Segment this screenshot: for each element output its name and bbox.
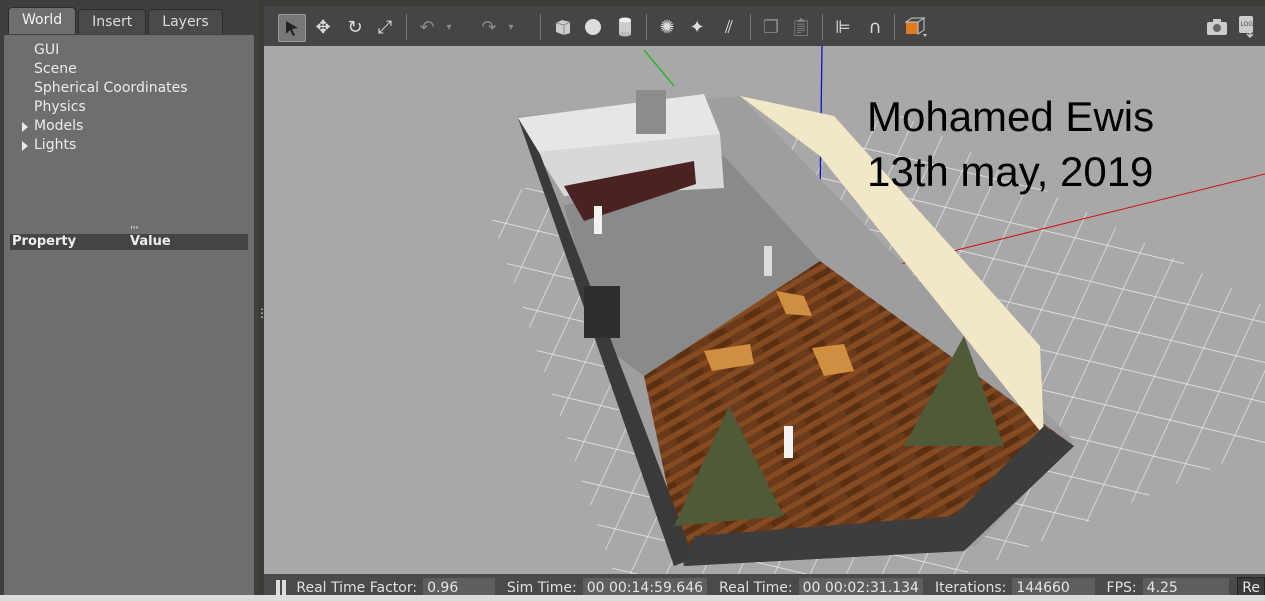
overlay-author: Mohamed Ewis (867, 93, 1155, 140)
translate-mode-icon[interactable]: ✥ (310, 14, 336, 40)
cylinder-shape-icon[interactable] (612, 14, 638, 40)
spot-light-icon[interactable]: ✦ (684, 14, 710, 40)
redo-icon[interactable]: ↷ (476, 14, 502, 40)
desktop-taskbar-strip (0, 595, 1265, 601)
directional-light-icon[interactable]: ⫽ (716, 14, 742, 40)
tree-item-gui[interactable]: GUI (22, 41, 188, 60)
box-shape-icon[interactable] (550, 14, 576, 40)
world-panel: GUI Scene Spherical Coordinates Physics … (4, 35, 254, 601)
view-angle-icon[interactable] (902, 14, 928, 40)
scale-mode-icon[interactable]: ⤢ (372, 14, 398, 40)
expand-arrow-icon[interactable] (22, 141, 28, 151)
redo-history-icon[interactable]: ▾ (504, 14, 518, 40)
undo-history-icon[interactable]: ▾ (442, 14, 456, 40)
undo-icon[interactable]: ↶ (414, 14, 440, 40)
toolbar-separator (822, 14, 823, 40)
svg-text:LOG: LOG (1241, 21, 1254, 28)
pause-icon[interactable] (274, 579, 287, 596)
copy-icon[interactable]: ❐ (758, 14, 784, 40)
panel-tabs: World Insert Layers (8, 7, 225, 35)
property-column-header[interactable]: Property (10, 234, 130, 250)
refrigerator (584, 286, 620, 338)
paste-icon[interactable]: 📋︎ (788, 14, 814, 40)
viewport-area: ✥ ↻ ⤢ ↶ ▾ ↷ ▾ ✺ ✦ ⫽ ❐ 📋︎ ⊫ ∩ LOG Mohamed… (264, 6, 1265, 601)
select-mode-icon[interactable] (278, 14, 306, 42)
tree-item-models[interactable]: Models (22, 117, 188, 136)
world-tree: GUI Scene Spherical Coordinates Physics … (22, 41, 188, 155)
snap-magnet-icon[interactable]: ∩ (862, 14, 888, 40)
tree-item-spherical-coordinates[interactable]: Spherical Coordinates (22, 79, 188, 98)
toolbar-separator (894, 14, 895, 40)
sphere-shape-icon[interactable] (580, 14, 606, 40)
toolbar-separator (750, 14, 751, 40)
tree-item-label: Lights (34, 137, 77, 153)
real-time-factor-label: Real Time Factor: (296, 579, 418, 596)
tree-item-label: Physics (34, 99, 86, 115)
toolbar: ✥ ↻ ⤢ ↶ ▾ ↷ ▾ ✺ ✦ ⫽ ❐ 📋︎ ⊫ ∩ LOG (264, 6, 1265, 47)
overlay-caption: Mohamed Ewis 13th may, 2019 (867, 89, 1154, 199)
tree-item-label: Spherical Coordinates (34, 80, 188, 96)
log-record-icon[interactable]: LOG (1234, 14, 1260, 40)
iterations-label: Iterations: (934, 579, 1007, 596)
tree-item-scene[interactable]: Scene (22, 60, 188, 79)
tree-item-physics[interactable]: Physics (22, 98, 188, 117)
tab-layers[interactable]: Layers (148, 9, 223, 34)
screenshot-camera-icon[interactable] (1204, 14, 1230, 40)
overlay-date: 13th may, 2019 (867, 148, 1154, 195)
toolbar-separator (540, 14, 541, 40)
tree-item-lights[interactable]: Lights (22, 136, 188, 155)
value-column-header[interactable]: Value (130, 234, 171, 250)
3d-viewport[interactable]: Mohamed Ewis 13th may, 2019 (264, 46, 1265, 574)
tab-insert[interactable]: Insert (78, 9, 147, 34)
rotate-mode-icon[interactable]: ↻ (342, 14, 368, 40)
align-icon[interactable]: ⊫ (830, 14, 856, 40)
expand-arrow-icon[interactable] (22, 122, 28, 132)
tree-item-label: GUI (34, 42, 60, 58)
real-time-label: Real Time: (719, 579, 793, 596)
point-light-icon[interactable]: ✺ (654, 14, 680, 40)
toolbar-separator (646, 14, 647, 40)
range-hood (636, 90, 666, 134)
sim-time-label: Sim Time: (506, 579, 577, 596)
tab-world[interactable]: World (8, 7, 77, 34)
left-panel: World Insert Layers GUI Scene Spherical … (0, 0, 268, 601)
toolbar-separator (406, 14, 407, 40)
fps-label: FPS: (1106, 579, 1137, 596)
tree-item-label: Models (34, 118, 84, 134)
property-table-header: Property Value (10, 234, 248, 250)
tree-item-label: Scene (34, 61, 77, 77)
